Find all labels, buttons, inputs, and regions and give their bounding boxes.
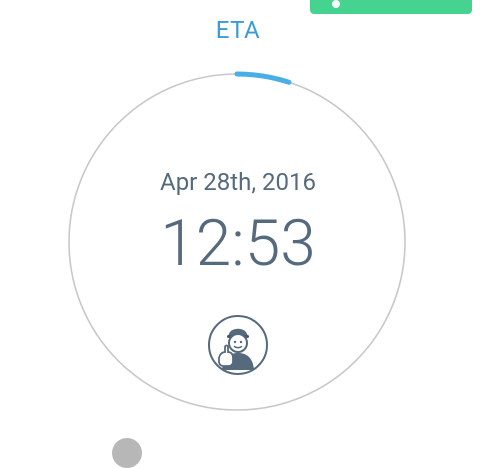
eta-time: 12:53: [160, 206, 316, 281]
eta-date: Apr 28th, 2016: [160, 168, 316, 196]
eta-label: ETA: [215, 16, 261, 44]
top-action-button[interactable]: [310, 0, 472, 14]
bottom-circle-control[interactable]: [112, 438, 142, 468]
worker-thumbs-up-icon: [208, 315, 268, 375]
action-icon: [332, 0, 340, 8]
dial-progress-arc: [234, 71, 292, 85]
